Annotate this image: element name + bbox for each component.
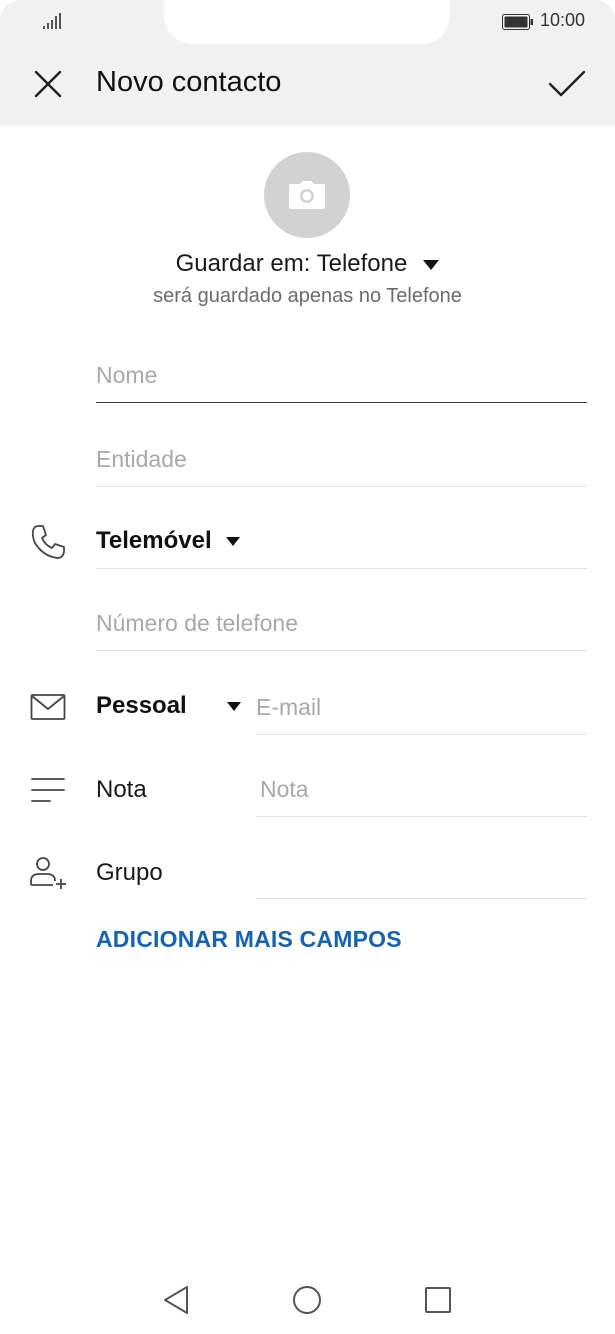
company-field[interactable]: Entidade (96, 436, 587, 487)
system-navigation-bar (0, 1268, 615, 1334)
note-placeholder: Nota (260, 776, 309, 802)
note-field[interactable]: Nota (256, 766, 587, 817)
add-more-fields-button[interactable]: ADICIONAR MAIS CAMPOS (96, 926, 402, 953)
group-add-icon (28, 852, 68, 892)
close-button[interactable] (28, 64, 68, 104)
camera-icon (289, 181, 325, 209)
status-time: 10:00 (540, 10, 586, 30)
email-type-selector[interactable]: Pessoal (96, 692, 241, 720)
name-field[interactable]: Nome (96, 352, 587, 403)
note-label: Nota (96, 776, 147, 803)
storage-location-selector[interactable]: Guardar em: Telefone (0, 250, 615, 278)
signal-icon (43, 13, 61, 29)
chevron-down-icon (423, 259, 440, 270)
email-field[interactable]: E-mail (256, 684, 587, 735)
battery-icon (502, 14, 533, 30)
phone-type-label: Telemóvel (96, 527, 212, 554)
top-app-bar: 10:00 Novo contacto (0, 0, 615, 126)
group-label: Grupo (96, 859, 163, 886)
envelope-icon (28, 687, 68, 727)
check-icon (548, 70, 586, 97)
email-placeholder: E-mail (256, 694, 322, 720)
close-icon (34, 70, 62, 98)
contact-photo-button[interactable] (264, 152, 350, 238)
page-title: Novo contacto (96, 66, 282, 98)
phone-icon (28, 522, 68, 562)
email-type-label: Pessoal (96, 692, 187, 719)
note-lines-icon (28, 770, 68, 810)
storage-note: será guardado apenas no Telefone (153, 285, 462, 307)
recents-button[interactable] (420, 1282, 456, 1318)
phone-type-field: Telemóvel (96, 518, 587, 569)
group-field[interactable] (256, 848, 587, 899)
home-button[interactable] (289, 1282, 325, 1318)
back-triangle-icon (164, 1286, 188, 1314)
phone-number-field[interactable]: Número de telefone (96, 600, 587, 651)
phone-number-placeholder: Número de telefone (96, 610, 299, 636)
chevron-down-icon (225, 536, 240, 546)
company-placeholder: Entidade (96, 446, 187, 472)
home-circle-icon (293, 1286, 321, 1314)
name-placeholder: Nome (96, 362, 158, 388)
storage-location-label: Guardar em: Telefone (175, 250, 408, 277)
save-button[interactable] (546, 64, 588, 104)
back-button[interactable] (158, 1282, 194, 1318)
chevron-down-icon (226, 701, 241, 711)
phone-type-selector[interactable]: Telemóvel (96, 527, 240, 555)
display-notch (164, 0, 450, 44)
recents-square-icon (425, 1287, 451, 1313)
